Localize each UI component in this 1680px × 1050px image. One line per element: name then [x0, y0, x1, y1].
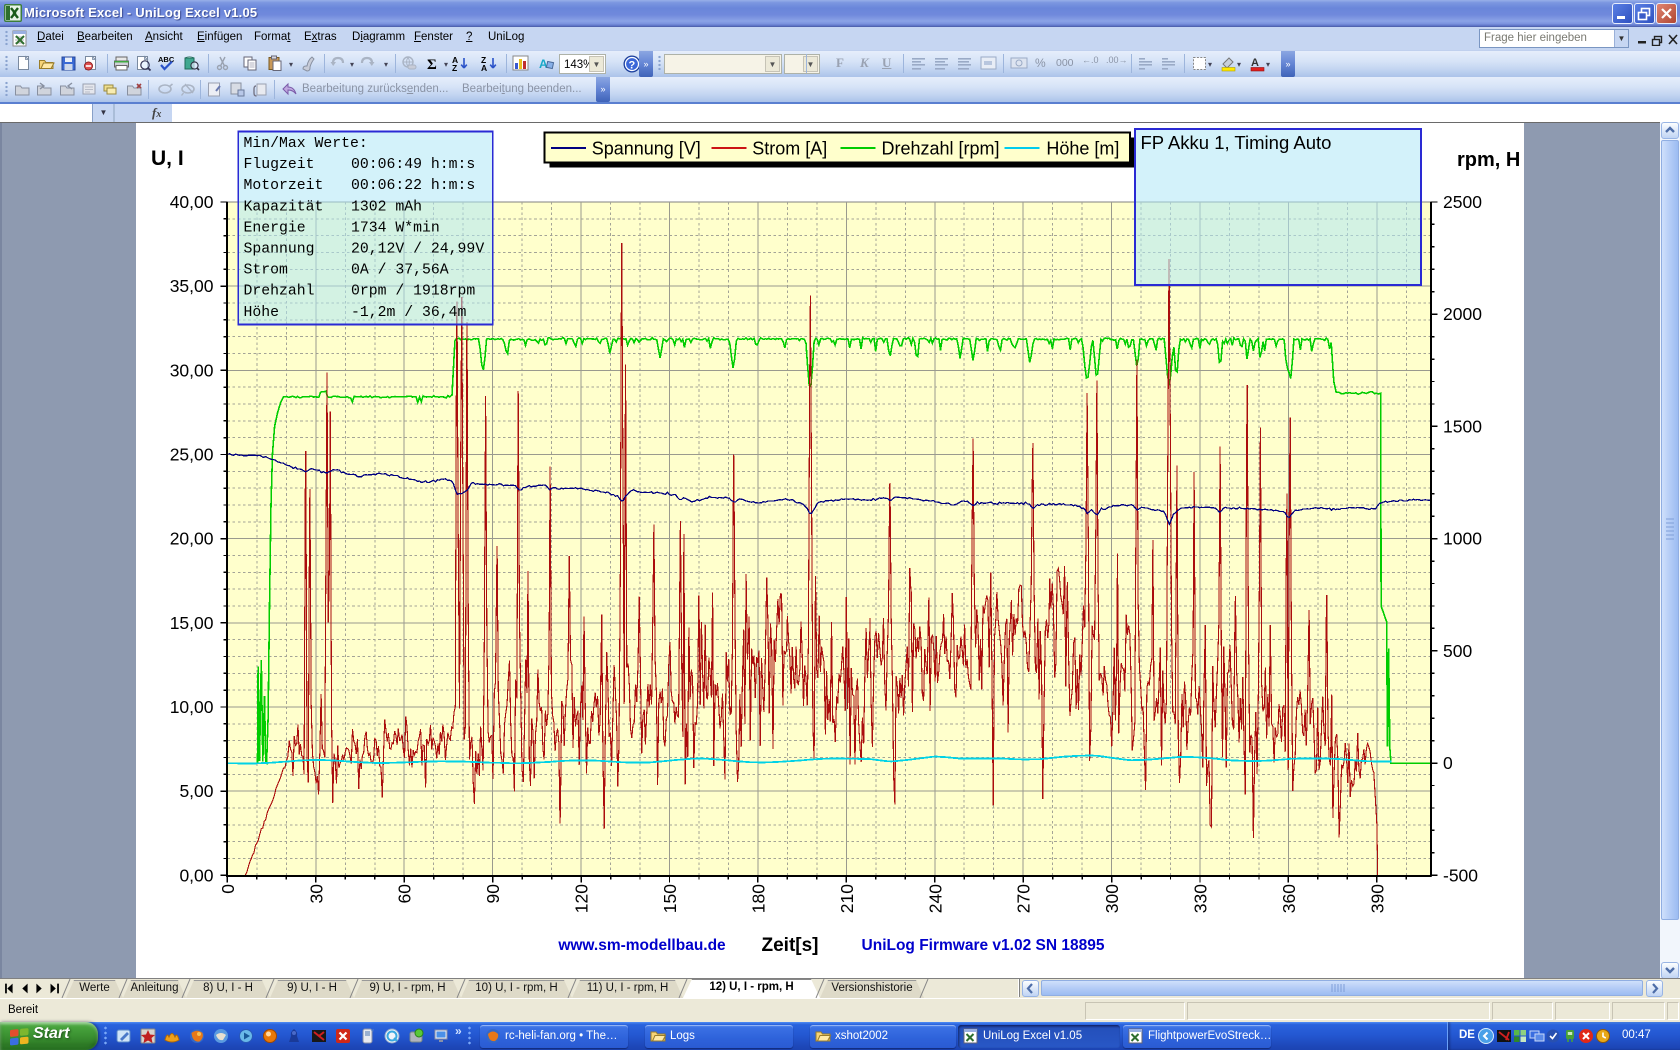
svg-text:15,00: 15,00 — [170, 613, 214, 633]
svg-text:Energie: Energie — [244, 220, 306, 236]
svg-text:A: A — [481, 63, 487, 72]
svg-text:Drehzahl: Drehzahl — [244, 284, 315, 300]
svg-text:0: 0 — [218, 884, 238, 894]
svg-text:500: 500 — [1443, 641, 1472, 661]
svg-text:Spannung: Spannung — [244, 242, 315, 258]
svg-text:330: 330 — [1191, 884, 1211, 913]
svg-text:2000: 2000 — [1443, 304, 1482, 324]
svg-text:0,00: 0,00 — [179, 865, 213, 885]
svg-text:1000: 1000 — [1443, 529, 1482, 549]
svg-text:Kapazität: Kapazität — [244, 199, 324, 215]
svg-text:0: 0 — [1443, 753, 1453, 773]
svg-text:www.sm-modellbau.de: www.sm-modellbau.de — [557, 937, 726, 954]
svg-text:40,00: 40,00 — [170, 192, 214, 212]
svg-text:240: 240 — [925, 884, 945, 913]
svg-text:150: 150 — [660, 884, 680, 913]
svg-text:Min/Max Werte:: Min/Max Werte: — [244, 136, 368, 152]
svg-text:FP Akku 1, Timing Auto: FP Akku 1, Timing Auto — [1141, 132, 1332, 153]
svg-text:rpm, H: rpm, H — [1457, 149, 1520, 171]
svg-text:180: 180 — [748, 884, 768, 913]
svg-text:Zeit[s]: Zeit[s] — [762, 935, 819, 956]
svg-text:1734 W*min: 1734 W*min — [351, 220, 440, 236]
svg-text:U, I: U, I — [151, 147, 184, 170]
svg-text:25,00: 25,00 — [170, 445, 214, 465]
svg-text:UniLog Firmware v1.02 SN 18895: UniLog Firmware v1.02 SN 18895 — [862, 937, 1105, 954]
svg-text:30: 30 — [306, 884, 326, 904]
svg-text:2500: 2500 — [1443, 192, 1482, 212]
svg-text:120: 120 — [572, 884, 592, 913]
svg-text:0A / 37,56A: 0A / 37,56A — [351, 263, 449, 279]
svg-text:Z: Z — [452, 63, 457, 72]
svg-text:30,00: 30,00 — [170, 360, 214, 380]
svg-text:20,12V / 24,99V: 20,12V / 24,99V — [351, 242, 484, 258]
svg-text:-500: -500 — [1443, 865, 1478, 885]
svg-text:5,00: 5,00 — [179, 781, 213, 801]
svg-text:90: 90 — [483, 884, 503, 904]
svg-text:Σ: Σ — [427, 57, 437, 72]
svg-text:Höhe [m]: Höhe [m] — [1046, 139, 1119, 159]
svg-text:Motorzeit: Motorzeit — [244, 178, 324, 194]
svg-text:210: 210 — [837, 884, 857, 913]
svg-text:Strom [A]: Strom [A] — [752, 139, 827, 159]
svg-text:-1,2m / 36,4m: -1,2m / 36,4m — [351, 305, 467, 321]
svg-text:0rpm / 1918rpm: 0rpm / 1918rpm — [351, 284, 475, 300]
svg-text:300: 300 — [1102, 884, 1122, 913]
svg-text:Drehzahl [rpm]: Drehzahl [rpm] — [882, 139, 1000, 159]
svg-text:360: 360 — [1279, 884, 1299, 913]
svg-text:A: A — [1251, 57, 1259, 69]
svg-text:Strom: Strom — [244, 263, 289, 279]
svg-text:Spannung [V]: Spannung [V] — [592, 139, 701, 159]
svg-text:Höhe: Höhe — [244, 305, 280, 321]
svg-text:10,00: 10,00 — [170, 697, 214, 717]
svg-text:35,00: 35,00 — [170, 276, 214, 296]
svg-text:00:06:22 h:m:s: 00:06:22 h:m:s — [351, 178, 475, 194]
svg-text:20,00: 20,00 — [170, 529, 214, 549]
svg-text:270: 270 — [1014, 884, 1034, 913]
svg-text:00:06:49 h:m:s: 00:06:49 h:m:s — [351, 157, 475, 173]
svg-text:Flugzeit: Flugzeit — [244, 157, 315, 173]
svg-text:1500: 1500 — [1443, 416, 1482, 436]
svg-text:?: ? — [629, 60, 636, 72]
svg-text:60: 60 — [395, 884, 415, 904]
svg-text:1302 mAh: 1302 mAh — [351, 199, 422, 215]
svg-text:390: 390 — [1367, 884, 1387, 913]
